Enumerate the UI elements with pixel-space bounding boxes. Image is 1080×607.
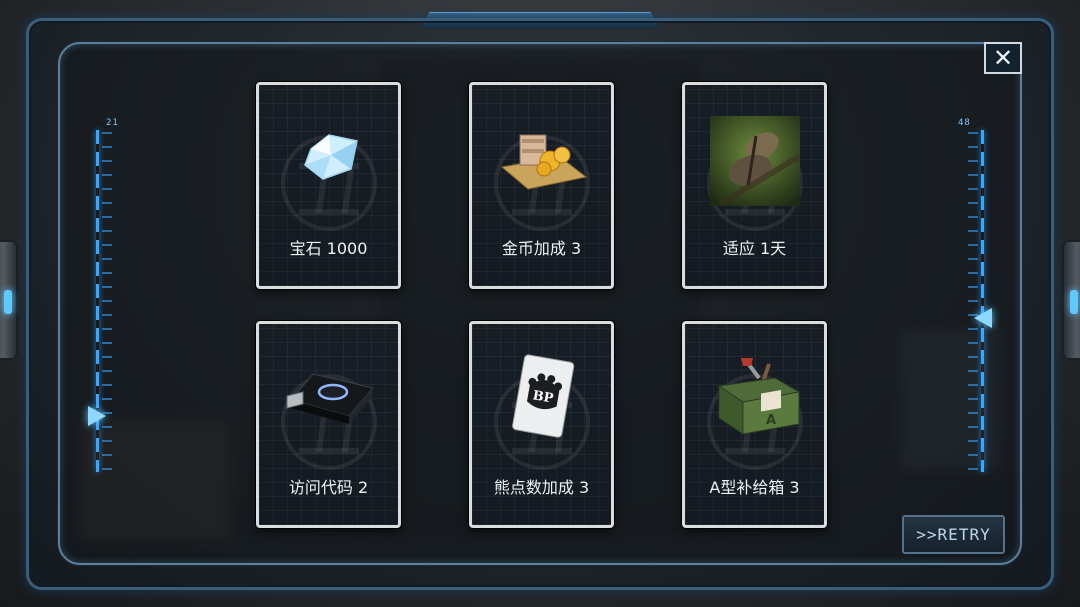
close-icon: ✕ [992, 44, 1014, 72]
right-gauge-rail [981, 130, 984, 472]
retry-label: >>RETRY [916, 525, 991, 544]
reward-card-gold-bonus[interactable]: 金币加成 3 [469, 82, 614, 289]
right-clamp-light [1070, 290, 1078, 314]
left-gauge: 21 [88, 118, 132, 478]
left-gauge-pointer-icon [88, 406, 106, 426]
left-frame-clamp [0, 240, 18, 360]
svg-text:A: A [766, 413, 776, 428]
reward-label: 熊点数加成 3 [493, 478, 590, 497]
reward-label: 金币加成 3 [501, 239, 582, 258]
left-gauge-value: 21 [106, 118, 119, 128]
bp-card-icon: BP [512, 354, 575, 438]
reward-label: 宝石 1000 [289, 239, 368, 258]
usb-drive-icon [286, 373, 374, 424]
reward-card-access-code[interactable]: 访问代码 2 [256, 321, 401, 528]
reward-label: 访问代码 2 [288, 478, 369, 497]
reward-card-bear-points[interactable]: BP 熊点数加成 3 [469, 321, 614, 528]
right-gauge-value: 48 [958, 118, 971, 128]
left-clamp-light [4, 290, 12, 314]
supply-crate-icon: A [717, 358, 801, 435]
retry-button[interactable]: >>RETRY [902, 515, 1005, 554]
reward-card-adaptation[interactable]: 适应 1天 [682, 82, 827, 289]
moth-adaptation-icon [710, 116, 800, 206]
right-frame-clamp [1062, 240, 1080, 360]
reward-label: A型补给箱 3 [709, 478, 800, 497]
gem-icon [304, 134, 358, 180]
reward-card-supply-crate[interactable]: A A型补给箱 3 [682, 321, 827, 528]
right-gauge: 48 [956, 118, 996, 478]
close-button[interactable]: ✕ [984, 42, 1022, 74]
gold-coins-icon [500, 134, 588, 190]
right-gauge-ticks [968, 132, 978, 470]
right-gauge-pointer-icon [974, 308, 992, 328]
reward-label: 适应 1天 [722, 239, 787, 258]
reward-card-gems[interactable]: 宝石 1000 [256, 82, 401, 289]
